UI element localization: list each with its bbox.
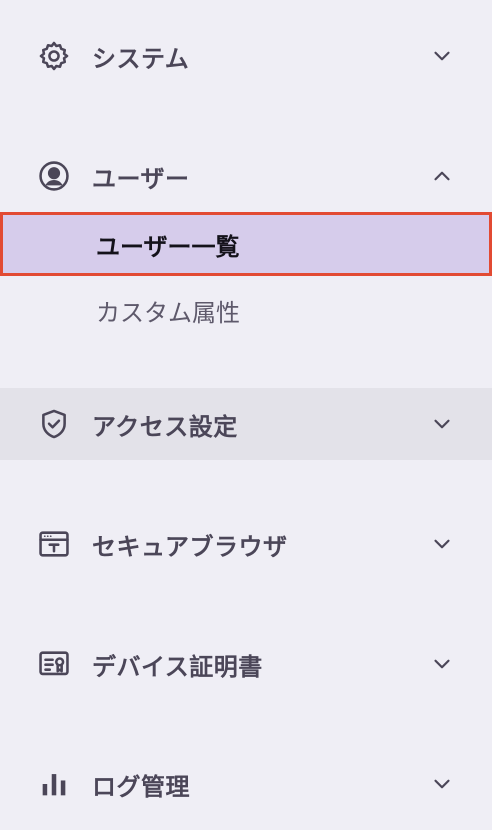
sidebar-item-label: カスタム属性 bbox=[96, 298, 240, 327]
bar-chart-icon bbox=[36, 766, 72, 802]
chevron-down-icon bbox=[428, 650, 456, 678]
browser-window-icon bbox=[36, 526, 72, 562]
sidebar-item-label: ユーザー一覧 bbox=[96, 232, 240, 261]
sidebar-section-log-management[interactable]: ログ管理 bbox=[0, 748, 492, 820]
chevron-down-icon bbox=[428, 42, 456, 70]
sidebar-section-label: ユーザー bbox=[92, 164, 190, 193]
chevron-up-icon bbox=[428, 162, 456, 190]
sidebar-section-label: デバイス証明書 bbox=[92, 652, 263, 681]
sidebar-item-custom-attributes[interactable]: カスタム属性 bbox=[0, 278, 492, 342]
sidebar-section-label: ログ管理 bbox=[92, 772, 190, 801]
sidebar-section-label: システム bbox=[92, 44, 190, 73]
sidebar-section-system[interactable]: システム bbox=[0, 20, 492, 92]
chevron-down-icon bbox=[428, 410, 456, 438]
gear-icon bbox=[36, 38, 72, 74]
sidebar-section-user[interactable]: ユーザー bbox=[0, 140, 492, 212]
shield-check-icon bbox=[36, 406, 72, 442]
sidebar-section-device-certificate[interactable]: デバイス証明書 bbox=[0, 628, 492, 700]
sidebar-nav: システム ユーザー ユーザー一覧 カスタム属性 アクセス設定 セキュアブラウザ … bbox=[0, 0, 492, 830]
sidebar-section-secure-browser[interactable]: セキュアブラウザ bbox=[0, 508, 492, 580]
sidebar-section-access-settings[interactable]: アクセス設定 bbox=[0, 388, 492, 460]
sidebar-item-user-list[interactable]: ユーザー一覧 bbox=[0, 212, 492, 276]
user-circle-icon bbox=[36, 158, 72, 194]
sidebar-section-label: セキュアブラウザ bbox=[92, 532, 288, 561]
chevron-down-icon bbox=[428, 530, 456, 558]
sidebar-section-label: アクセス設定 bbox=[92, 412, 238, 441]
chevron-down-icon bbox=[428, 770, 456, 798]
certificate-icon bbox=[36, 646, 72, 682]
